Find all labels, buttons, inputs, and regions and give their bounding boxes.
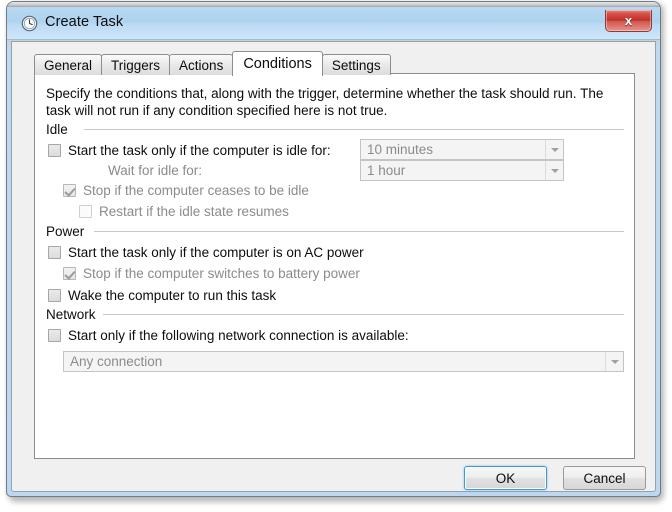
checkbox-only-if-network[interactable]: Start only if the following network conn… — [48, 326, 409, 344]
tab-settings-label: Settings — [331, 57, 381, 73]
combo-wait-for-idle[interactable]: 1 hour — [360, 160, 564, 181]
group-label-power: Power — [46, 224, 91, 239]
tab-actions-label: Actions — [179, 57, 224, 73]
checkbox-only-if-network-label: Start only if the following network conn… — [68, 327, 409, 343]
checkbox-only-on-ac-power[interactable]: Start the task only if the computer is o… — [48, 243, 364, 261]
tab-conditions[interactable]: Conditions — [232, 51, 323, 76]
checkbox-stop-if-ceases-idle[interactable]: Stop if the computer ceases to be idle — [63, 181, 309, 199]
cancel-button[interactable]: Cancel — [563, 466, 646, 490]
checkbox-restart-if-idle-resumes-label: Restart if the idle state resumes — [99, 203, 289, 219]
chevron-down-icon[interactable] — [545, 161, 563, 180]
combo-network-connection-value: Any connection — [70, 354, 163, 369]
clock-icon — [21, 15, 38, 32]
tab-conditions-label: Conditions — [243, 56, 312, 72]
checkbox-stop-on-battery[interactable]: Stop if the computer switches to battery… — [63, 264, 360, 282]
tab-general-label: General — [44, 57, 93, 73]
ok-button-label: OK — [495, 470, 516, 486]
checkbox-stop-on-battery-label: Stop if the computer switches to battery… — [83, 265, 360, 281]
combo-idle-duration-value: 10 minutes — [367, 142, 434, 157]
combo-idle-duration[interactable]: 10 minutes — [360, 139, 564, 160]
create-task-window: Create Task x General Triggers Actions C… — [6, 1, 661, 497]
label-wait-for-idle: Wait for idle for: — [108, 163, 203, 178]
checkbox-wake-computer[interactable]: Wake the computer to run this task — [48, 286, 276, 304]
checkbox-start-when-idle-box[interactable] — [48, 143, 61, 157]
checkbox-stop-if-ceases-idle-box[interactable] — [63, 183, 76, 197]
checkbox-start-when-idle-label: Start the task only if the computer is i… — [68, 142, 331, 158]
close-button[interactable]: x — [605, 10, 652, 32]
dialog-client-area: General Triggers Actions Conditions Sett… — [11, 41, 656, 492]
checkbox-only-on-ac-power-label: Start the task only if the computer is o… — [68, 244, 364, 260]
close-icon: x — [624, 12, 633, 28]
group-label-network: Network — [46, 307, 102, 322]
page-description: Specify the conditions that, along with … — [46, 86, 604, 118]
checkbox-stop-if-ceases-idle-label: Stop if the computer ceases to be idle — [83, 182, 309, 198]
tab-triggers[interactable]: Triggers — [101, 54, 171, 75]
desktop-background: Create Task x General Triggers Actions C… — [0, 0, 672, 512]
chevron-down-icon[interactable] — [605, 352, 623, 371]
combo-network-connection[interactable]: Any connection — [63, 351, 624, 372]
combo-wait-for-idle-value: 1 hour — [367, 163, 406, 178]
checkbox-restart-if-idle-resumes[interactable]: Restart if the idle state resumes — [79, 202, 289, 220]
group-rule-idle — [84, 129, 624, 130]
checkbox-start-when-idle[interactable]: Start the task only if the computer is i… — [48, 141, 331, 159]
window-title: Create Task — [45, 14, 124, 30]
tab-settings[interactable]: Settings — [321, 54, 391, 75]
tab-general[interactable]: General — [34, 54, 103, 75]
checkbox-wake-computer-box[interactable] — [48, 288, 61, 302]
cancel-button-label: Cancel — [583, 470, 626, 486]
checkbox-stop-on-battery-box[interactable] — [63, 266, 76, 280]
checkbox-only-if-network-box[interactable] — [48, 328, 61, 342]
group-rule-network — [103, 314, 624, 315]
tab-actions[interactable]: Actions — [169, 54, 234, 75]
checkbox-only-on-ac-power-box[interactable] — [48, 245, 61, 259]
tab-triggers-label: Triggers — [111, 57, 161, 73]
checkbox-wake-computer-label: Wake the computer to run this task — [68, 287, 277, 303]
group-label-idle: Idle — [46, 122, 74, 137]
conditions-tab-page: Specify the conditions that, along with … — [34, 73, 635, 459]
checkbox-restart-if-idle-resumes-box[interactable] — [79, 204, 92, 218]
tab-strip: General Triggers Actions Conditions Sett… — [34, 50, 391, 76]
ok-button[interactable]: OK — [464, 466, 547, 490]
chevron-down-icon[interactable] — [545, 140, 563, 159]
group-rule-power — [94, 231, 624, 232]
title-bar[interactable]: Create Task x — [7, 7, 660, 40]
